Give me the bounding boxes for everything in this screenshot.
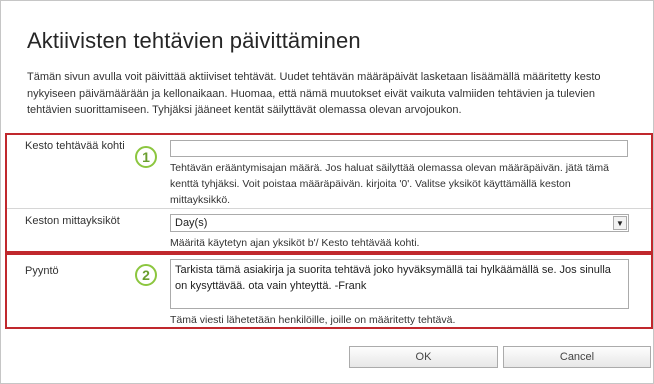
units-select[interactable]: Day(s) ▼ (170, 214, 629, 232)
section-divider (7, 208, 651, 209)
step-1-badge: 1 (135, 146, 157, 168)
request-label: Pyyntö (25, 265, 59, 277)
dropdown-arrow-icon[interactable]: ▼ (613, 216, 627, 230)
request-textarea[interactable]: Tarkista tämä asiakirja ja suorita tehtä… (170, 259, 629, 309)
duration-help: Tehtävän erääntymisajan määrä. Jos halua… (170, 162, 609, 206)
duration-label: Kesto tehtävää kohti (25, 140, 125, 152)
step-2-badge: 2 (135, 264, 157, 286)
update-tasks-dialog: Aktiivisten tehtävien päivittäminen Tämä… (0, 0, 654, 384)
units-selected-value: Day(s) (175, 217, 208, 229)
page-title: Aktiivisten tehtävien päivittäminen (27, 28, 361, 53)
units-help: Määritä käytetyn ajan yksiköt b'/ Kesto … (170, 237, 420, 249)
request-help: Tämä viesti lähetetään henkilöille, joil… (170, 314, 456, 326)
units-label: Keston mittayksiköt (25, 215, 120, 227)
cancel-button[interactable]: Cancel (503, 346, 651, 368)
ok-button[interactable]: OK (349, 346, 498, 368)
duration-input[interactable] (170, 140, 628, 157)
page-description: Tämän sivun avulla voit päivittää aktiiv… (27, 71, 601, 116)
